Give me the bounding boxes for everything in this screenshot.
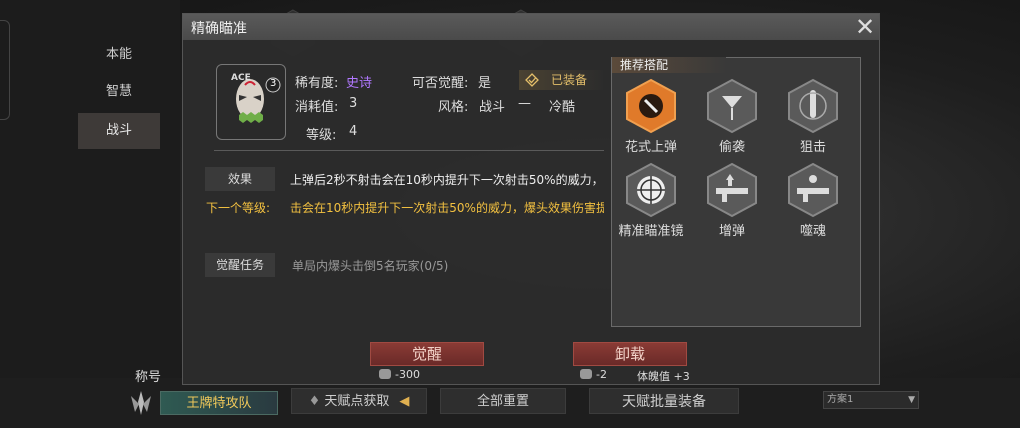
sniper-icon: [788, 78, 838, 134]
divider: [214, 150, 604, 151]
recommend-item-label: 噬魂: [799, 224, 826, 239]
recommend-item-label: 增弹: [718, 224, 745, 239]
awaken-task-tag: 觉醒任务: [205, 253, 275, 277]
awaken-button[interactable]: 觉醒: [370, 342, 484, 366]
card-badge: ACE: [231, 73, 251, 83]
recommend-item-label: 偷袭: [718, 140, 745, 155]
recommend-item[interactable]: 花式上弹: [611, 78, 691, 155]
fancy-reload-icon: [626, 78, 676, 134]
talent-points-get-button[interactable]: ♦ 天赋点获取 ◀: [291, 388, 427, 414]
close-button[interactable]: ✕: [853, 13, 877, 41]
effect-description: 上弹后2秒不射击会在10秒内提升下一次射击50%的威力，爆头效果伤害提升: [290, 173, 604, 187]
recommend-title: 推荐搭配: [612, 57, 726, 73]
awaken-value: 是: [478, 76, 492, 91]
soul-eater-icon: [788, 162, 838, 218]
back-handle[interactable]: [0, 20, 10, 120]
extra-ammo-icon: [707, 162, 757, 218]
recommend-item-label: 精准瞄准镜: [618, 224, 684, 239]
precision-scope-icon: [626, 162, 676, 218]
sidebar-item-instinct[interactable]: 本能: [78, 37, 160, 73]
recommend-item[interactable]: 噬魂: [773, 162, 853, 239]
unequip-button[interactable]: 卸载: [573, 342, 687, 366]
title-label: 称号: [135, 370, 162, 385]
recommend-item-label: 花式上弹: [624, 140, 677, 155]
recommend-item[interactable]: 偷袭: [692, 78, 772, 155]
recommend-item[interactable]: 增弹: [692, 162, 772, 239]
close-icon: ✕: [854, 13, 876, 41]
scheme-value: 方案1: [827, 394, 854, 405]
style-value-secondary: 冷酷: [549, 100, 576, 115]
title-button[interactable]: 王牌特攻队: [160, 391, 278, 415]
talent-point-icon: [580, 369, 592, 379]
title-emblem-icon: [131, 391, 151, 415]
rarity-label: 稀有度:: [295, 76, 339, 91]
talent-point-icon: [379, 369, 391, 379]
level-label: 等级:: [306, 128, 337, 143]
sneak-attack-icon: [707, 78, 757, 134]
card-level-badge: 3: [270, 78, 277, 89]
recommend-item-label: 狙击: [799, 140, 826, 155]
dialog-title: 精确瞄准: [191, 21, 247, 37]
scheme-select[interactable]: 方案1 ▼: [823, 391, 919, 409]
reset-all-button[interactable]: 全部重置: [440, 388, 566, 414]
next-level-description: 击会在10秒内提升下一次射击50%的威力，爆头效果伤害提升: [290, 201, 604, 215]
awaken-cost-value: -300: [395, 368, 420, 381]
equipped-badge: 已装备: [519, 70, 603, 90]
dialog-header: 精确瞄准: [183, 14, 879, 40]
awaken-cost: -300: [379, 368, 420, 381]
talent-point-icon: ♦: [308, 394, 321, 409]
next-level-label: 下一个等级:: [206, 201, 271, 215]
stamina-bonus: 体魄值 +3: [637, 370, 690, 383]
effect-tag: 效果: [205, 167, 275, 191]
recommend-item[interactable]: 精准瞄准镜: [611, 162, 691, 239]
batch-equip-button[interactable]: 天赋批量装备: [589, 388, 739, 414]
unequip-cost-value: -2: [596, 368, 607, 381]
style-label: 风格:: [438, 100, 469, 115]
cost-value: 3: [349, 96, 358, 111]
recommend-item[interactable]: 狙击: [773, 78, 853, 155]
style-separator: —: [518, 96, 531, 111]
style-value: 战斗: [479, 100, 506, 115]
check-icon: [525, 73, 539, 87]
unequip-cost: -2: [580, 368, 607, 381]
ace-mask-icon: [236, 77, 281, 123]
level-value: 4: [349, 124, 358, 139]
cost-label: 消耗值:: [295, 100, 339, 115]
equipped-label: 已装备: [551, 73, 588, 87]
collapse-left-icon: ◀: [399, 394, 410, 409]
sidebar-item-combat[interactable]: 战斗: [78, 113, 160, 149]
awaken-task-text: 单局内爆头击倒5名玩家(0/5): [292, 259, 449, 273]
talent-points-get-label: 天赋点获取: [324, 394, 390, 409]
talent-card: ACE 3: [216, 64, 286, 140]
chevron-down-icon: ▼: [908, 395, 915, 405]
awaken-label: 可否觉醒:: [412, 76, 469, 91]
rarity-value: 史诗: [346, 76, 373, 91]
sidebar-item-wisdom[interactable]: 智慧: [78, 74, 160, 110]
